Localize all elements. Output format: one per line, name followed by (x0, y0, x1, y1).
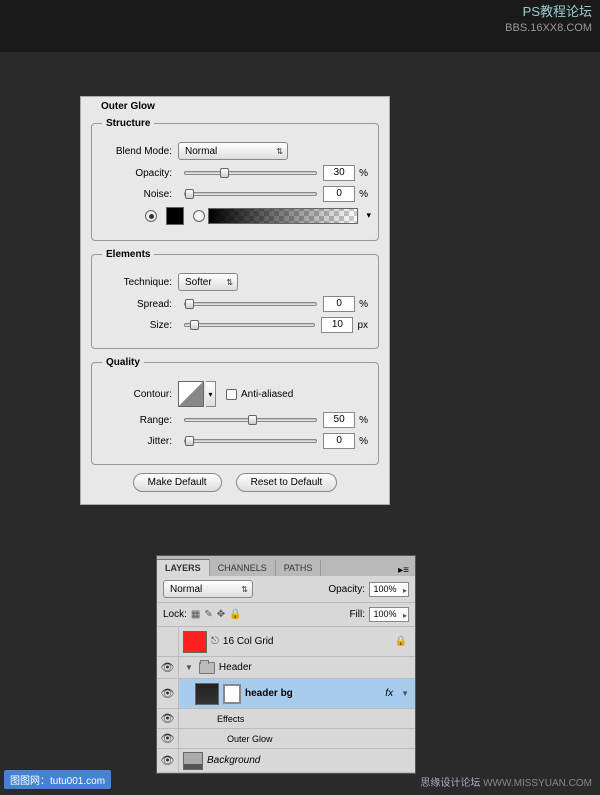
layer-name: header bg (245, 688, 293, 699)
spread-unit: % (359, 299, 368, 310)
fx-badge: fx (385, 688, 393, 699)
layer-name: Header (219, 662, 252, 673)
layer-row-effects[interactable]: 👁 Effects (157, 709, 415, 729)
contour-dropdown[interactable]: ▾ (206, 381, 216, 407)
layer-opacity-label: Opacity: (328, 584, 365, 595)
lock-label: Lock: (163, 609, 187, 620)
range-unit: % (359, 415, 368, 426)
structure-legend: Structure (102, 118, 154, 129)
watermark-bottom-left: 图图网：tutu001.com (4, 770, 111, 789)
elements-group: Elements Technique: Softer Spread: 0 % S… (91, 249, 379, 349)
layers-panel: LAYERS CHANNELS PATHS ▸≡ Normal Opacity:… (156, 555, 416, 774)
layer-name: 16 Col Grid (223, 636, 274, 647)
range-label: Range: (102, 415, 172, 426)
noise-slider[interactable] (184, 187, 317, 201)
structure-group: Structure Blend Mode: Normal Opacity: 30… (91, 118, 379, 241)
spread-input[interactable]: 0 (323, 296, 355, 312)
layer-row-outer-glow-fx[interactable]: 👁 Outer Glow (157, 729, 415, 749)
lock-transparency-icon[interactable]: ▦ (191, 609, 200, 620)
size-label: Size: (102, 320, 172, 331)
opacity-unit: % (359, 168, 368, 179)
layer-blend-mode-select[interactable]: Normal (163, 580, 253, 598)
blend-mode-label: Blend Mode: (102, 146, 172, 157)
fill-input[interactable]: 100% (369, 607, 409, 622)
antialiased-label: Anti-aliased (241, 389, 293, 400)
eye-icon[interactable]: 👁 (161, 687, 175, 700)
gradient-picker[interactable] (208, 208, 358, 224)
quality-legend: Quality (102, 357, 144, 368)
opacity-label: Opacity: (102, 168, 172, 179)
dialog-title: Outer Glow (97, 101, 159, 112)
tab-layers[interactable]: LAYERS (157, 559, 210, 576)
jitter-slider[interactable] (184, 434, 317, 448)
watermark-top-right: PS教程论坛 BBS.16XX8.COM (505, 4, 592, 35)
noise-unit: % (359, 189, 368, 200)
contour-label: Contour: (102, 389, 172, 400)
layer-row-header-group[interactable]: 👁 ▼ Header (157, 657, 415, 679)
technique-select[interactable]: Softer (178, 273, 238, 291)
jitter-unit: % (359, 436, 368, 447)
opacity-slider[interactable] (184, 166, 317, 180)
layer-thumb (183, 752, 203, 770)
layer-thumb (183, 631, 207, 653)
folder-icon (199, 662, 215, 674)
outer-glow-dialog: Outer Glow Structure Blend Mode: Normal … (80, 96, 390, 505)
technique-label: Technique: (102, 277, 172, 288)
fx-disclosure-icon[interactable]: ▼ (401, 689, 409, 698)
noise-input[interactable]: 0 (323, 186, 355, 202)
jitter-input[interactable]: 0 (323, 433, 355, 449)
disclosure-icon[interactable]: ▼ (185, 663, 193, 672)
layer-row-background[interactable]: 👁 Background (157, 749, 415, 773)
opacity-input[interactable]: 30 (323, 165, 355, 181)
lock-all-icon[interactable]: 🔒 (229, 609, 241, 620)
tab-channels[interactable]: CHANNELS (210, 560, 276, 576)
color-radio[interactable] (145, 210, 157, 222)
effect-name: Outer Glow (227, 734, 273, 744)
layer-thumb (195, 683, 219, 705)
quality-group: Quality Contour: ▾ Anti-aliased Range: 5… (91, 357, 379, 465)
gradient-radio[interactable] (193, 210, 205, 222)
antialiased-checkbox[interactable] (226, 389, 237, 400)
mask-thumb (223, 684, 241, 704)
elements-legend: Elements (102, 249, 154, 260)
layer-opacity-input[interactable]: 100% (369, 582, 409, 597)
noise-label: Noise: (102, 189, 172, 200)
panel-menu-icon[interactable]: ▸≡ (392, 565, 415, 576)
eye-icon[interactable]: 👁 (161, 712, 175, 725)
contour-thumb[interactable] (178, 381, 204, 407)
range-slider[interactable] (184, 413, 317, 427)
tab-paths[interactable]: PATHS (276, 560, 322, 576)
lock-icon: 🔒 (395, 636, 407, 647)
size-slider[interactable] (184, 318, 315, 332)
eye-icon[interactable]: 👁 (161, 732, 175, 745)
layer-name: Background (207, 755, 260, 766)
make-default-button[interactable]: Make Default (133, 473, 222, 492)
size-input[interactable]: 10 (321, 317, 353, 333)
watermark-bottom-right: 思缘设计论坛 WWW.MISSYUAN.COM (420, 774, 592, 789)
blend-mode-select[interactable]: Normal (178, 142, 288, 160)
layer-row-grid[interactable]: ⎋ 16 Col Grid 🔒 (157, 627, 415, 657)
eye-icon[interactable]: 👁 (161, 754, 175, 767)
lock-pixels-icon[interactable]: ✎ (204, 609, 212, 620)
reset-default-button[interactable]: Reset to Default (236, 473, 338, 492)
spread-label: Spread: (102, 299, 172, 310)
layer-row-header-bg[interactable]: 👁 header bg fx ▼ (157, 679, 415, 709)
effects-label: Effects (217, 714, 244, 724)
size-unit: px (357, 320, 368, 331)
jitter-label: Jitter: (102, 436, 172, 447)
color-swatch[interactable] (166, 207, 184, 225)
link-icon: ⎋ (211, 636, 219, 647)
range-input[interactable]: 50 (323, 412, 355, 428)
eye-icon[interactable]: 👁 (161, 661, 175, 674)
spread-slider[interactable] (184, 297, 317, 311)
fill-label: Fill: (349, 609, 365, 620)
lock-position-icon[interactable]: ✥ (217, 609, 225, 620)
